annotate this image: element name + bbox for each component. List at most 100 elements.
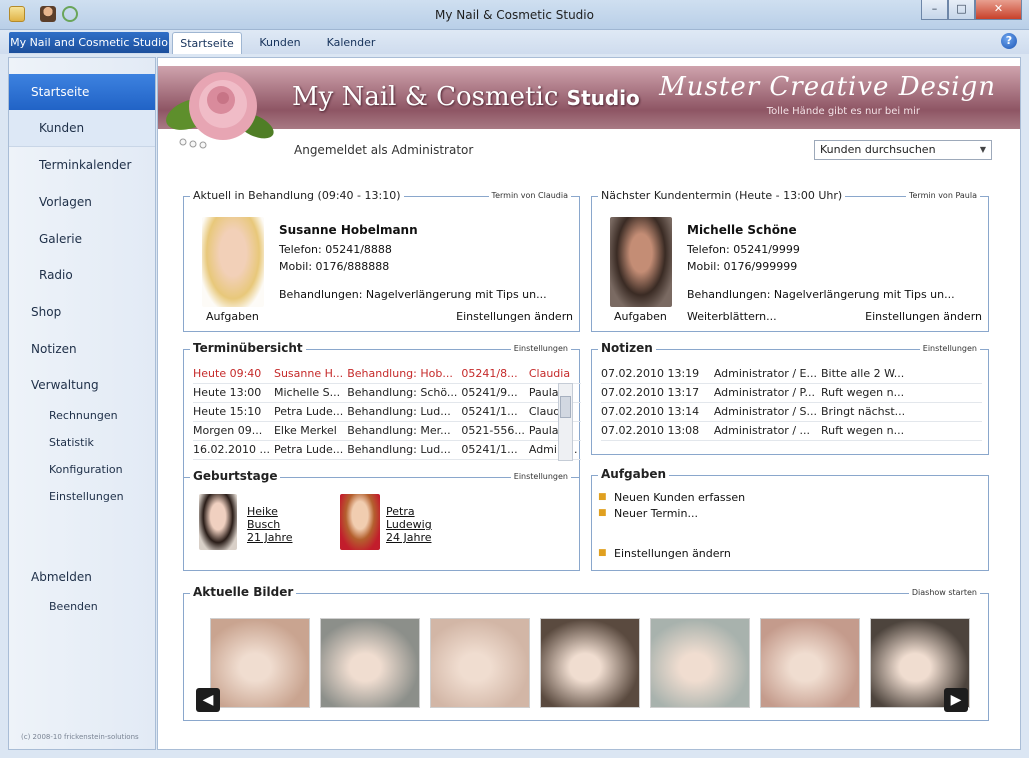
table-cell: Petra Lude... [273, 402, 348, 422]
table-cell: Paula [528, 421, 582, 441]
tasks-link[interactable]: Aufgaben [614, 310, 667, 323]
table-cell: 05241/8... [461, 364, 529, 384]
table-cell: 05241/1... [461, 402, 529, 422]
tab-kunden[interactable]: Kunden [250, 32, 310, 54]
sidebar-item-radio[interactable]: Radio [9, 257, 155, 293]
appointments-table: Heute 09:40 Susanne H... Behandlung: Hob..… [193, 364, 582, 460]
table-row[interactable]: 07.02.2010 13:08 Administrator / ... Ruft … [601, 421, 982, 441]
minimize-button[interactable]: – [921, 0, 948, 20]
table-cell: Administrator / ... [713, 421, 822, 441]
settings-link[interactable]: Einstellungen ändern [456, 310, 573, 323]
next-page-link[interactable]: Weiterblättern... [687, 310, 777, 323]
customer-mobile: Mobil: 0176/999999 [687, 260, 798, 273]
sidebar-item-statistik[interactable]: Statistik [9, 430, 155, 456]
tab-kalender[interactable]: Kalender [318, 32, 384, 54]
next-appointment-panel: Nächster Kundentermin (Heute - 13:00 Uhr… [591, 189, 989, 332]
birthday-first-name[interactable]: Heike [247, 505, 278, 518]
app-menu-button[interactable]: My Nail and Cosmetic Studio [9, 32, 169, 53]
sidebar-item-abmelden[interactable]: Abmelden [9, 559, 155, 595]
birthday-last-name[interactable]: Busch [247, 518, 280, 531]
table-cell: Petra Lude... [273, 440, 348, 460]
table-row[interactable]: Heute 09:40 Susanne H... Behandlung: Hob..… [193, 364, 582, 384]
birthday-age[interactable]: 21 Jahre [247, 531, 293, 544]
sidebar-item-beenden[interactable]: Beenden [9, 594, 155, 620]
appointments-settings-link[interactable]: Einstellungen [510, 344, 571, 353]
table-cell: Paula [528, 383, 582, 403]
task-item[interactable]: Neuer Termin... [614, 507, 698, 520]
table-row[interactable]: 07.02.2010 13:17 Administrator / P... Ruft… [601, 383, 982, 403]
customer-phone: Telefon: 05241/9999 [687, 243, 800, 256]
sidebar-item-galerie[interactable]: Galerie [9, 221, 155, 257]
tab-startseite[interactable]: Startseite [172, 32, 242, 54]
task-item[interactable]: Neuen Kunden erfassen [614, 491, 745, 504]
birthday-photo [340, 494, 380, 550]
gallery-thumbnail[interactable] [320, 618, 420, 708]
scroll-thumb[interactable] [560, 396, 571, 418]
appointments-scrollbar[interactable] [558, 383, 573, 461]
table-cell: Heute 09:40 [193, 364, 274, 384]
table-row[interactable]: Heute 15:10 Petra Lude... Behandlung: Lud.… [193, 402, 582, 422]
sidebar-item-einstellungen[interactable]: Einstellungen [9, 484, 155, 510]
maximize-button[interactable]: □ [948, 0, 975, 20]
gallery-thumbnail[interactable] [210, 618, 310, 708]
next-arrow-icon[interactable]: ▶ [944, 688, 968, 712]
appointments-header: Terminübersicht [190, 341, 306, 355]
table-cell: Michelle S... [273, 383, 348, 403]
table-row[interactable]: 07.02.2010 13:14 Administrator / S... Brin… [601, 402, 982, 422]
sidebar-item-kunden[interactable]: Kunden [9, 110, 155, 146]
table-cell: 07.02.2010 13:17 [601, 383, 714, 403]
bullet-icon: ■ [598, 548, 607, 558]
birthdays-settings-link[interactable]: Einstellungen [510, 472, 571, 481]
sidebar-item-vorlagen[interactable]: Vorlagen [9, 184, 155, 220]
birthday-photo [199, 494, 237, 550]
birthday-age[interactable]: 24 Jahre [386, 531, 432, 544]
table-cell: Morgen 09... [193, 421, 274, 441]
next-appointment-header: Nächster Kundentermin (Heute - 13:00 Uhr… [598, 189, 846, 202]
table-cell: Bitte alle 2 W... [821, 364, 982, 384]
table-cell: Ruft wegen n... [821, 421, 982, 441]
table-row[interactable]: Heute 13:00 Michelle S... Behandlung: Schö… [193, 383, 582, 403]
table-row[interactable]: 07.02.2010 13:19 Administrator / E... Bitt… [601, 364, 982, 384]
help-icon[interactable]: ? [1001, 33, 1017, 49]
tasks-settings-link[interactable]: Einstellungen ändern [614, 547, 731, 560]
table-cell: Bringt nächst... [821, 402, 982, 422]
sidebar-item-shop[interactable]: Shop [9, 294, 155, 330]
customer-phone: Telefon: 05241/8888 [279, 243, 392, 256]
sidebar-item-verwaltung[interactable]: Verwaltung [9, 367, 155, 403]
tasks-link[interactable]: Aufgaben [206, 310, 259, 323]
table-cell: Administrator / E... [713, 364, 822, 384]
table-cell: 07.02.2010 13:08 [601, 421, 714, 441]
sidebar-item-startseite[interactable]: Startseite [9, 74, 155, 110]
title-bar: My Nail & Cosmetic Studio – □ ✕ [0, 0, 1029, 30]
sidebar-item-terminkalender[interactable]: Terminkalender [9, 147, 155, 183]
table-row[interactable]: 16.02.2010 ... Petra Lude... Behandlung: L… [193, 440, 582, 460]
window-title: My Nail & Cosmetic Studio [435, 8, 594, 22]
gallery-thumbnail[interactable] [760, 618, 860, 708]
bullet-icon: ■ [598, 508, 607, 518]
settings-link[interactable]: Einstellungen ändern [865, 310, 982, 323]
next-appointment-staff: Termin von Paula [905, 191, 980, 200]
customer-search-select[interactable]: Kunden durchsuchen ▼ [814, 140, 992, 160]
table-cell: 05241/9... [461, 383, 529, 403]
chevron-down-icon[interactable]: ▼ [975, 141, 991, 159]
gallery-thumbnail[interactable] [540, 618, 640, 708]
main-panel: My Nail & Cosmetic Studio Muster Creativ… [157, 57, 1021, 750]
slideshow-link[interactable]: Diashow starten [908, 588, 980, 597]
notes-settings-link[interactable]: Einstellungen [919, 344, 980, 353]
sidebar-item-konfiguration[interactable]: Konfiguration [9, 457, 155, 483]
table-cell: Ruft wegen n... [821, 383, 982, 403]
current-treatment-staff: Termin von Claudia [488, 191, 571, 200]
previous-arrow-icon[interactable]: ◀ [196, 688, 220, 712]
sidebar-item-notizen[interactable]: Notizen [9, 331, 155, 367]
birthday-first-name[interactable]: Petra [386, 505, 415, 518]
sidebar-item-rechnungen[interactable]: Rechnungen [9, 403, 155, 429]
table-row[interactable]: Morgen 09... Elke Merkel Behandlung: Mer..… [193, 421, 582, 441]
customer-treatments: Behandlungen: Nagelverlängerung mit Tips… [279, 288, 547, 301]
gallery-thumbnail[interactable] [650, 618, 750, 708]
gallery-thumbnail[interactable] [430, 618, 530, 708]
birthday-last-name[interactable]: Ludewig [386, 518, 432, 531]
table-cell: 07.02.2010 13:14 [601, 402, 714, 422]
sidebar: Startseite Kunden Terminkalender Vorlage… [8, 57, 156, 750]
close-button[interactable]: ✕ [975, 0, 1022, 20]
table-cell: 07.02.2010 13:19 [601, 364, 714, 384]
